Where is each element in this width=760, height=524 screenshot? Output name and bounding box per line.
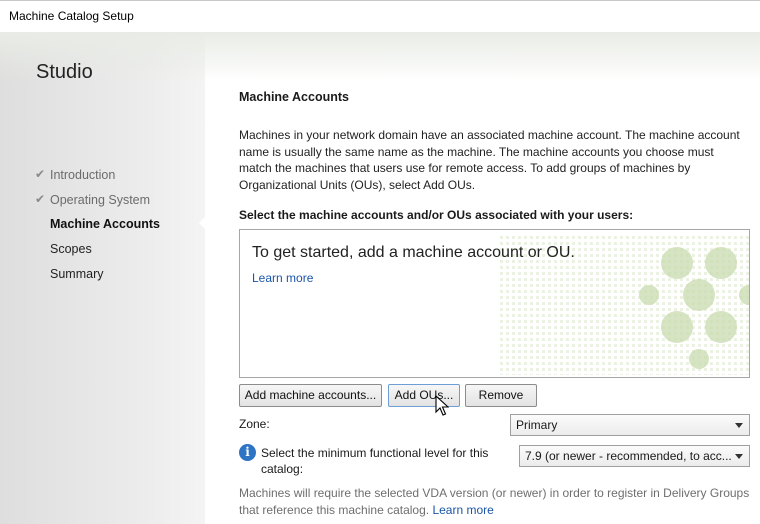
functional-level-label: Select the minimum functional level for … bbox=[261, 446, 489, 476]
machine-catalog-setup-window: Machine Catalog Setup Studio ✔ Introduct… bbox=[0, 0, 760, 524]
info-icon: i bbox=[239, 444, 256, 461]
functional-level-value: 7.9 (or newer - recommended, to acc... bbox=[525, 449, 732, 463]
studio-brand: Studio bbox=[36, 61, 93, 83]
learn-more-link[interactable]: Learn more bbox=[252, 271, 313, 285]
functional-level-select[interactable]: 7.9 (or newer - recommended, to acc... bbox=[519, 445, 750, 467]
window-title: Machine Catalog Setup bbox=[9, 9, 134, 23]
remove-button[interactable]: Remove bbox=[465, 384, 537, 407]
zone-select-value: Primary bbox=[516, 418, 558, 432]
mouse-pointer-icon bbox=[435, 395, 449, 416]
sidebar-item-introduction[interactable]: Introduction bbox=[50, 168, 115, 182]
check-icon: ✔ bbox=[35, 167, 46, 181]
add-machine-accounts-button[interactable]: Add machine accounts... bbox=[239, 384, 382, 407]
title-bar: Machine Catalog Setup bbox=[0, 1, 760, 32]
note-text: Machines will require the selected VDA v… bbox=[239, 486, 750, 517]
learn-more-link[interactable]: Learn more bbox=[432, 503, 493, 517]
zone-select[interactable]: Primary bbox=[510, 414, 750, 436]
check-icon: ✔ bbox=[35, 192, 46, 206]
machine-accounts-list[interactable]: To get started, add a machine account or… bbox=[239, 229, 750, 378]
vda-requirement-note: Machines will require the selected VDA v… bbox=[239, 485, 754, 518]
add-ous-button[interactable]: Add OUs... bbox=[388, 384, 460, 407]
intro-text: Machines in your network domain have an … bbox=[239, 128, 740, 192]
sidebar-item-machine-accounts[interactable]: Machine Accounts bbox=[50, 217, 160, 231]
sidebar-item-scopes[interactable]: Scopes bbox=[50, 242, 92, 256]
accounts-list-label: Select the machine accounts and/or OUs a… bbox=[239, 208, 634, 222]
sidebar-item-summary[interactable]: Summary bbox=[50, 267, 103, 281]
sidebar-item-operating-system[interactable]: Operating System bbox=[50, 193, 150, 207]
zone-label: Zone: bbox=[239, 417, 270, 431]
page-title: Machine Accounts bbox=[239, 90, 349, 104]
chevron-down-icon bbox=[735, 423, 743, 428]
active-step-pointer bbox=[199, 217, 205, 229]
empty-state-message: To get started, add a machine account or… bbox=[252, 244, 575, 261]
chevron-down-icon bbox=[735, 454, 743, 459]
